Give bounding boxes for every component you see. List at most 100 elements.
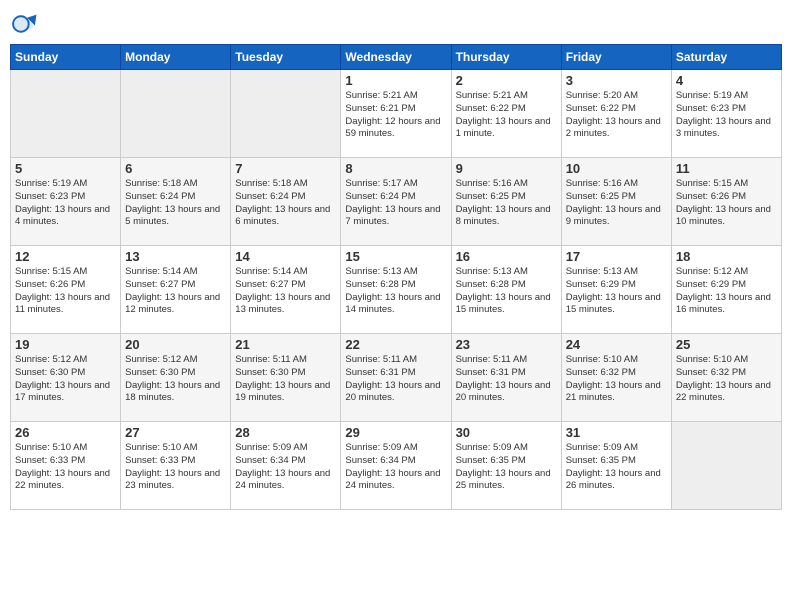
- day-info: Sunrise: 5:14 AMSunset: 6:27 PMDaylight:…: [125, 266, 226, 317]
- calendar-cell: 19 Sunrise: 5:12 AMSunset: 6:30 PMDayligh…: [11, 334, 121, 422]
- day-info: Sunrise: 5:19 AMSunset: 6:23 PMDaylight:…: [15, 178, 116, 229]
- calendar-cell: 11 Sunrise: 5:15 AMSunset: 6:26 PMDayligh…: [671, 158, 781, 246]
- calendar-cell: 6 Sunrise: 5:18 AMSunset: 6:24 PMDaylight…: [121, 158, 231, 246]
- day-number: 7: [235, 161, 336, 176]
- day-number: 3: [566, 73, 667, 88]
- day-number: 9: [456, 161, 557, 176]
- day-info: Sunrise: 5:16 AMSunset: 6:25 PMDaylight:…: [566, 178, 667, 229]
- day-info: Sunrise: 5:17 AMSunset: 6:24 PMDaylight:…: [345, 178, 446, 229]
- day-number: 8: [345, 161, 446, 176]
- day-info: Sunrise: 5:18 AMSunset: 6:24 PMDaylight:…: [235, 178, 336, 229]
- day-number: 12: [15, 249, 116, 264]
- calendar-cell: 17Sunrise: 5:13 AMSunset: 6:29 PMDayligh…: [561, 246, 671, 334]
- calendar-cell: 27Sunrise: 5:10 AMSunset: 6:33 PMDayligh…: [121, 422, 231, 510]
- day-number: 19: [15, 337, 116, 352]
- calendar-cell: 8 Sunrise: 5:17 AMSunset: 6:24 PMDaylight…: [341, 158, 451, 246]
- week-row-5: 26 Sunrise: 5:10 AMSunset: 6:33 PMDayligh…: [11, 422, 782, 510]
- day-number: 14: [235, 249, 336, 264]
- calendar-cell: 15Sunrise: 5:13 AMSunset: 6:28 PMDayligh…: [341, 246, 451, 334]
- calendar-cell: 2 Sunrise: 5:21 AMSunset: 6:22 PMDaylight…: [451, 70, 561, 158]
- day-number: 27: [125, 425, 226, 440]
- day-number: 6: [125, 161, 226, 176]
- day-number: 2: [456, 73, 557, 88]
- day-info: Sunrise: 5:10 AMSunset: 6:32 PMDaylight:…: [676, 354, 777, 405]
- calendar-cell: [121, 70, 231, 158]
- calendar-cell: 4Sunrise: 5:19 AMSunset: 6:23 PMDaylight…: [671, 70, 781, 158]
- calendar-cell: 9 Sunrise: 5:16 AMSunset: 6:25 PMDaylight…: [451, 158, 561, 246]
- header-tuesday: Tuesday: [231, 45, 341, 70]
- calendar-cell: 29 Sunrise: 5:09 AMSunset: 6:34 PMDayligh…: [341, 422, 451, 510]
- logo: [10, 10, 42, 38]
- day-number: 15: [345, 249, 446, 264]
- header-row: SundayMondayTuesdayWednesdayThursdayFrid…: [11, 45, 782, 70]
- calendar-cell: 31 Sunrise: 5:09 AMSunset: 6:35 PMDayligh…: [561, 422, 671, 510]
- day-number: 5: [15, 161, 116, 176]
- day-number: 23: [456, 337, 557, 352]
- day-number: 1: [345, 73, 446, 88]
- day-info: Sunrise: 5:14 AMSunset: 6:27 PMDaylight:…: [235, 266, 336, 317]
- calendar-cell: 22 Sunrise: 5:11 AMSunset: 6:31 PMDayligh…: [341, 334, 451, 422]
- day-info: Sunrise: 5:11 AMSunset: 6:31 PMDaylight:…: [345, 354, 446, 405]
- calendar-cell: 26 Sunrise: 5:10 AMSunset: 6:33 PMDayligh…: [11, 422, 121, 510]
- calendar-cell: 16Sunrise: 5:13 AMSunset: 6:28 PMDayligh…: [451, 246, 561, 334]
- day-info: Sunrise: 5:10 AMSunset: 6:33 PMDaylight:…: [15, 442, 116, 493]
- day-info: Sunrise: 5:11 AMSunset: 6:31 PMDaylight:…: [456, 354, 557, 405]
- day-number: 24: [566, 337, 667, 352]
- calendar-cell: 12 Sunrise: 5:15 AMSunset: 6:26 PMDayligh…: [11, 246, 121, 334]
- calendar-cell: 23 Sunrise: 5:11 AMSunset: 6:31 PMDayligh…: [451, 334, 561, 422]
- day-info: Sunrise: 5:09 AMSunset: 6:34 PMDaylight:…: [235, 442, 336, 493]
- header-thursday: Thursday: [451, 45, 561, 70]
- day-number: 10: [566, 161, 667, 176]
- day-number: 25: [676, 337, 777, 352]
- calendar-cell: 28Sunrise: 5:09 AMSunset: 6:34 PMDayligh…: [231, 422, 341, 510]
- calendar-cell: [231, 70, 341, 158]
- day-info: Sunrise: 5:09 AMSunset: 6:35 PMDaylight:…: [566, 442, 667, 493]
- calendar-cell: 14 Sunrise: 5:14 AMSunset: 6:27 PMDayligh…: [231, 246, 341, 334]
- day-info: Sunrise: 5:15 AMSunset: 6:26 PMDaylight:…: [15, 266, 116, 317]
- calendar-cell: 3 Sunrise: 5:20 AMSunset: 6:22 PMDaylight…: [561, 70, 671, 158]
- day-number: 4: [676, 73, 777, 88]
- day-number: 11: [676, 161, 777, 176]
- calendar-cell: 30 Sunrise: 5:09 AMSunset: 6:35 PMDayligh…: [451, 422, 561, 510]
- day-info: Sunrise: 5:16 AMSunset: 6:25 PMDaylight:…: [456, 178, 557, 229]
- day-number: 26: [15, 425, 116, 440]
- day-number: 22: [345, 337, 446, 352]
- calendar-cell: 21 Sunrise: 5:11 AMSunset: 6:30 PMDayligh…: [231, 334, 341, 422]
- day-number: 31: [566, 425, 667, 440]
- day-info: Sunrise: 5:10 AMSunset: 6:32 PMDaylight:…: [566, 354, 667, 405]
- day-info: Sunrise: 5:09 AMSunset: 6:34 PMDaylight:…: [345, 442, 446, 493]
- calendar-cell: 5 Sunrise: 5:19 AMSunset: 6:23 PMDaylight…: [11, 158, 121, 246]
- header-saturday: Saturday: [671, 45, 781, 70]
- day-info: Sunrise: 5:11 AMSunset: 6:30 PMDaylight:…: [235, 354, 336, 405]
- calendar-cell: 24 Sunrise: 5:10 AMSunset: 6:32 PMDayligh…: [561, 334, 671, 422]
- header-friday: Friday: [561, 45, 671, 70]
- logo-icon: [10, 10, 38, 38]
- day-info: Sunrise: 5:12 AMSunset: 6:29 PMDaylight:…: [676, 266, 777, 317]
- day-number: 29: [345, 425, 446, 440]
- day-info: Sunrise: 5:20 AMSunset: 6:22 PMDaylight:…: [566, 90, 667, 141]
- day-number: 17: [566, 249, 667, 264]
- day-info: Sunrise: 5:12 AMSunset: 6:30 PMDaylight:…: [125, 354, 226, 405]
- calendar-cell: [671, 422, 781, 510]
- day-number: 13: [125, 249, 226, 264]
- day-info: Sunrise: 5:18 AMSunset: 6:24 PMDaylight:…: [125, 178, 226, 229]
- header-monday: Monday: [121, 45, 231, 70]
- week-row-2: 5 Sunrise: 5:19 AMSunset: 6:23 PMDaylight…: [11, 158, 782, 246]
- calendar-table: SundayMondayTuesdayWednesdayThursdayFrid…: [10, 44, 782, 510]
- day-info: Sunrise: 5:12 AMSunset: 6:30 PMDaylight:…: [15, 354, 116, 405]
- day-info: Sunrise: 5:21 AMSunset: 6:21 PMDaylight:…: [345, 90, 446, 141]
- day-number: 21: [235, 337, 336, 352]
- day-number: 20: [125, 337, 226, 352]
- calendar-cell: 10 Sunrise: 5:16 AMSunset: 6:25 PMDayligh…: [561, 158, 671, 246]
- day-number: 30: [456, 425, 557, 440]
- calendar-cell: 25 Sunrise: 5:10 AMSunset: 6:32 PMDayligh…: [671, 334, 781, 422]
- calendar-cell: 18Sunrise: 5:12 AMSunset: 6:29 PMDayligh…: [671, 246, 781, 334]
- header-wednesday: Wednesday: [341, 45, 451, 70]
- day-info: Sunrise: 5:09 AMSunset: 6:35 PMDaylight:…: [456, 442, 557, 493]
- week-row-1: 1 Sunrise: 5:21 AMSunset: 6:21 PMDaylight…: [11, 70, 782, 158]
- day-info: Sunrise: 5:21 AMSunset: 6:22 PMDaylight:…: [456, 90, 557, 141]
- calendar-cell: [11, 70, 121, 158]
- day-info: Sunrise: 5:15 AMSunset: 6:26 PMDaylight:…: [676, 178, 777, 229]
- header-sunday: Sunday: [11, 45, 121, 70]
- calendar-cell: 7 Sunrise: 5:18 AMSunset: 6:24 PMDaylight…: [231, 158, 341, 246]
